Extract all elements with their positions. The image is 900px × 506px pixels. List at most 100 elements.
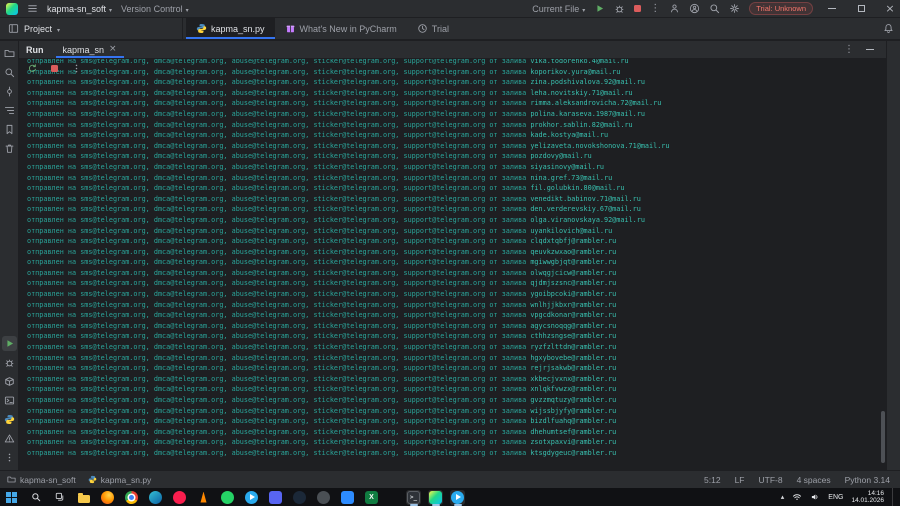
network-button[interactable] <box>792 492 802 502</box>
problems-tool-button[interactable] <box>2 431 17 446</box>
show-desktop-button[interactable] <box>892 488 896 506</box>
tab-kapma-sn-py[interactable]: kapma_sn.py <box>186 18 275 39</box>
console-separator: от залива <box>485 88 531 97</box>
scrollbar-thumb[interactable] <box>881 411 885 463</box>
trash-tool-button[interactable] <box>2 141 17 156</box>
debug-tool-button[interactable] <box>2 355 17 370</box>
minimize-button[interactable] <box>822 0 842 17</box>
project-name-selector[interactable]: kapma-sn_soft <box>47 4 112 14</box>
pycharm-window: kapma-sn_soft Version Control Current Fi… <box>0 0 900 506</box>
interpreter-widget[interactable]: Python 3.14 <box>845 475 890 485</box>
hidden-icons-button[interactable] <box>781 493 785 501</box>
taskbar-firefox-button[interactable] <box>100 490 115 505</box>
line-ending-widget[interactable]: LF <box>735 475 745 485</box>
version-control-menu[interactable]: Version Control <box>121 4 189 14</box>
console-line: отправлен на sms@telegram.org, dmca@tele… <box>27 77 876 88</box>
more-button[interactable] <box>70 62 83 75</box>
run-tab-kapma-sn[interactable]: kapma_sn <box>56 41 124 58</box>
run-configuration-selector[interactable]: Current File <box>532 4 585 14</box>
console-separator: от залива <box>485 247 531 256</box>
taskbar-terminal-button[interactable] <box>406 489 421 505</box>
console-line: отправлен на sms@telegram.org, dmca@tele… <box>27 310 876 321</box>
bookmarks-tool-button[interactable] <box>2 122 17 137</box>
terminal-tool-button[interactable] <box>2 393 17 408</box>
encoding-widget[interactable]: UTF-8 <box>759 475 783 485</box>
stop-button[interactable] <box>48 62 61 75</box>
trial-badge[interactable]: Trial: Unknown <box>749 2 813 15</box>
profile-button[interactable] <box>689 3 700 14</box>
taskbar-chrome-button[interactable] <box>124 490 139 505</box>
caret-position-widget[interactable]: 5:12 <box>704 475 721 485</box>
more-actions-button[interactable] <box>650 4 660 14</box>
taskbar-telegram-button[interactable] <box>244 490 259 505</box>
notifications-button[interactable] <box>883 18 900 39</box>
commit-tool-button[interactable] <box>2 84 17 99</box>
console-separator: от залива <box>485 448 531 457</box>
tab-whats-new[interactable]: What's New in PyCharm <box>275 18 407 39</box>
status-file-crumb[interactable]: kapma_sn.py <box>88 475 151 485</box>
right-tool-rail <box>886 41 900 470</box>
settings-button[interactable] <box>729 3 740 14</box>
language-indicator[interactable]: ENG <box>828 494 843 501</box>
taskbar-vlc-button[interactable] <box>196 490 211 505</box>
project-view-icon <box>8 24 19 33</box>
taskbar-file-explorer-button[interactable] <box>76 490 91 505</box>
taskbar-pycharm-button[interactable] <box>428 489 443 505</box>
run-console-toolbar <box>26 62 83 75</box>
run-options-button[interactable] <box>844 45 854 55</box>
console-separator: от залива <box>485 120 531 129</box>
rerun-button[interactable] <box>26 62 39 75</box>
console-sender-email: rejrjsakwb@rambler.ru <box>530 364 617 373</box>
maximize-button[interactable] <box>851 0 871 17</box>
search-tool-button[interactable] <box>2 65 17 80</box>
code-with-me-button[interactable] <box>669 3 680 14</box>
taskbar-start-button[interactable] <box>4 490 19 505</box>
python-console-tool-button[interactable] <box>2 412 17 427</box>
more-tool-button[interactable] <box>2 450 17 465</box>
taskbar-obs-button[interactable] <box>316 490 331 505</box>
run-tool-button[interactable] <box>1 336 17 351</box>
clock-widget[interactable]: 14:16 14.01.2026 <box>851 490 884 505</box>
tab-trial[interactable]: Trial <box>407 18 459 39</box>
taskbar-task-view-button[interactable] <box>52 490 67 505</box>
main-menu-button[interactable] <box>27 3 38 14</box>
taskbar-edge-button[interactable] <box>148 490 163 505</box>
volume-button[interactable] <box>810 492 820 502</box>
clock-icon <box>418 24 427 33</box>
stop-icon <box>634 5 642 12</box>
console-separator: от залива <box>485 226 531 235</box>
console-prefix: отправлен на <box>27 109 81 118</box>
debug-button[interactable] <box>614 3 625 14</box>
console-prefix: отправлен на <box>27 374 81 383</box>
packages-tool-button[interactable] <box>2 374 17 389</box>
console-line: отправлен на sms@telegram.org, dmca@tele… <box>27 141 876 152</box>
stop-button[interactable] <box>634 5 642 12</box>
project-tool-button[interactable] <box>2 46 17 61</box>
taskbar-whatsapp-button[interactable] <box>220 490 235 505</box>
taskbar-discord-button[interactable] <box>268 490 283 505</box>
taskbar-opera-button[interactable] <box>172 490 187 505</box>
run-button[interactable] <box>594 3 605 14</box>
taskbar-telegram-desktop-button[interactable] <box>450 489 465 505</box>
indent-widget[interactable]: 4 spaces <box>797 475 831 485</box>
structure-tool-button[interactable] <box>2 103 17 118</box>
console-scrollbar[interactable] <box>880 59 885 470</box>
console-prefix: отправлен на <box>27 173 81 182</box>
status-project-crumb[interactable]: kapma-sn_soft <box>7 475 76 485</box>
close-button[interactable] <box>880 0 900 17</box>
taskbar-excel-button[interactable]: X <box>364 490 379 505</box>
search-everywhere-button[interactable] <box>709 3 720 14</box>
hide-tool-window-button[interactable] <box>866 49 874 50</box>
console-line: отправлен на sms@telegram.org, dmca@tele… <box>27 427 876 438</box>
project-tool-window-selector[interactable]: Project <box>0 18 183 39</box>
console-recipients: sms@telegram.org, dmca@telegram.org, abu… <box>80 448 486 457</box>
console-separator: от залива <box>485 184 531 193</box>
console-sender-email: nina.gref.73@mail.ru <box>530 173 613 182</box>
close-tab-icon[interactable] <box>109 45 117 54</box>
taskbar-zoom-button[interactable] <box>340 490 355 505</box>
taskbar-search-button[interactable] <box>28 490 43 505</box>
console-sender-email: koporikov.yura@mail.ru <box>530 67 621 76</box>
taskbar-steam-button[interactable] <box>292 490 307 505</box>
console-sender-email: den.verderevskiy.67@mail.ru <box>530 205 641 214</box>
console-output[interactable]: отправлен на sms@telegram.org, dmca@tele… <box>19 59 876 470</box>
